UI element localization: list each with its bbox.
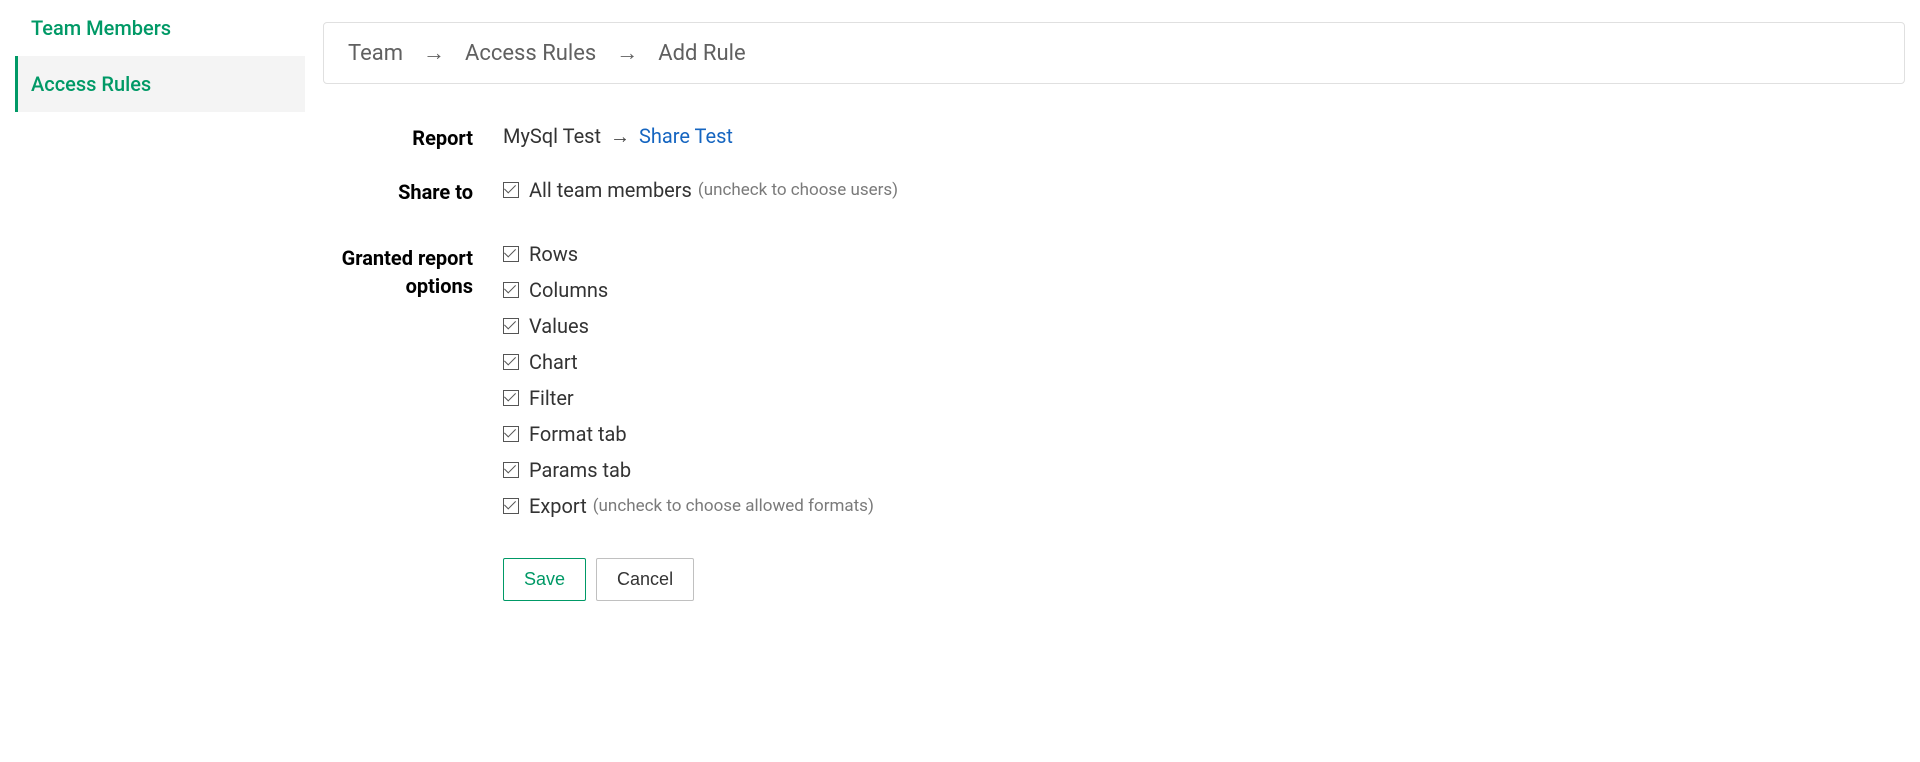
share-to-label: Share to bbox=[323, 178, 503, 204]
grant-option-label: Columns bbox=[529, 278, 608, 302]
grant-option-checkbox[interactable] bbox=[503, 318, 519, 334]
report-source: MySql Test bbox=[503, 124, 601, 148]
grant-option-checkbox[interactable] bbox=[503, 246, 519, 262]
arrow-right-icon: → bbox=[610, 124, 630, 148]
breadcrumb-part: Add Rule bbox=[658, 41, 745, 66]
report-label: Report bbox=[323, 124, 503, 150]
grant-option-checkbox[interactable] bbox=[503, 390, 519, 406]
report-value: MySql Test → Share Test bbox=[503, 124, 733, 149]
grant-option-label: Params tab bbox=[529, 458, 631, 482]
sidebar-item-team-members[interactable]: Team Members bbox=[15, 0, 305, 56]
share-all-checkbox[interactable] bbox=[503, 182, 519, 198]
grant-option-label: Export bbox=[529, 494, 587, 518]
breadcrumb-part[interactable]: Access Rules bbox=[465, 41, 596, 66]
breadcrumb: Team → Access Rules → Add Rule bbox=[323, 22, 1905, 84]
grant-option-checkbox[interactable] bbox=[503, 354, 519, 370]
report-link[interactable]: Share Test bbox=[639, 124, 733, 148]
grant-option-checkbox[interactable] bbox=[503, 498, 519, 514]
grant-option-label: Rows bbox=[529, 242, 578, 266]
arrow-right-icon: → bbox=[616, 40, 638, 66]
grant-option-hint: (uncheck to choose allowed formats) bbox=[593, 496, 874, 516]
main-content: Team → Access Rules → Add Rule Report My… bbox=[305, 0, 1905, 629]
share-all-hint: (uncheck to choose users) bbox=[698, 180, 898, 200]
grant-option-checkbox[interactable] bbox=[503, 282, 519, 298]
cancel-button[interactable]: Cancel bbox=[596, 558, 694, 601]
breadcrumb-part[interactable]: Team bbox=[348, 41, 403, 66]
arrow-right-icon: → bbox=[423, 40, 445, 66]
grant-option-checkbox[interactable] bbox=[503, 426, 519, 442]
grant-options-label: Granted report options bbox=[323, 242, 503, 300]
save-button[interactable]: Save bbox=[503, 558, 586, 601]
share-all-label: All team members bbox=[529, 178, 692, 202]
grant-option-label: Filter bbox=[529, 386, 574, 410]
grant-option-label: Values bbox=[529, 314, 589, 338]
grant-option-checkbox[interactable] bbox=[503, 462, 519, 478]
grant-option-label: Chart bbox=[529, 350, 578, 374]
sidebar: Team Members Access Rules bbox=[15, 0, 305, 629]
sidebar-item-access-rules[interactable]: Access Rules bbox=[15, 56, 305, 112]
grant-option-label: Format tab bbox=[529, 422, 627, 446]
